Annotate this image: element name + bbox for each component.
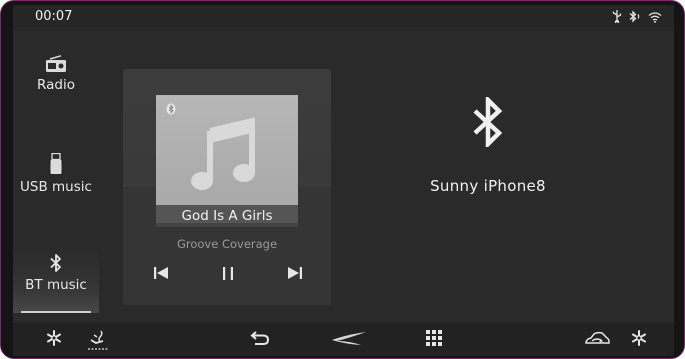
seat-heat-icon[interactable] [85,329,111,351]
album-art [156,95,298,223]
bluetooth-icon [166,103,176,115]
pause-icon[interactable] [220,265,236,281]
radio-icon [46,55,66,72]
sidebar-item-label: Radio [37,77,75,93]
usb-drive-icon [50,153,62,174]
sidebar-item-label: USB music [20,179,92,195]
usb-icon [612,10,622,23]
status-bar: 00:07 [13,5,674,31]
status-icons [612,10,662,23]
artist-name: Groove Coverage [176,237,278,251]
screen: 00:07 Radio USB music BT music God Is A … [13,5,674,356]
bottom-bar [13,323,674,356]
bluetooth-icon [473,97,503,147]
apps-grid-icon[interactable] [425,329,443,347]
song-title: God Is A Girls [156,205,298,227]
source-sidebar: Radio USB music BT music [13,31,99,313]
fan-right-icon[interactable] [630,329,648,347]
wifi-icon [648,11,662,23]
car-recirculation-icon[interactable] [583,330,611,348]
bluetooth-icon [629,10,640,23]
device-name: Sunny iPhone8 [430,177,546,195]
sidebar-item-bt-music[interactable]: BT music [13,247,99,313]
playback-controls [123,265,331,289]
now-playing-card: God Is A Girls Groove Coverage [123,69,331,305]
bluetooth-icon [50,254,61,272]
connected-device: Sunny iPhone8 [388,97,588,195]
sidebar-item-usb-music[interactable]: USB music [13,153,99,223]
brand-logo-icon[interactable] [331,331,367,347]
sidebar-item-radio[interactable]: Radio [13,55,99,125]
music-note-icon [191,117,255,190]
previous-track-icon[interactable] [153,265,169,281]
next-track-icon[interactable] [287,265,303,281]
sidebar-item-label: BT music [25,277,87,293]
head-unit-frame: 00:07 Radio USB music BT music God Is A … [0,0,685,359]
back-icon[interactable] [250,329,270,347]
clock: 00:07 [35,9,73,24]
fan-left-icon[interactable] [45,329,63,347]
